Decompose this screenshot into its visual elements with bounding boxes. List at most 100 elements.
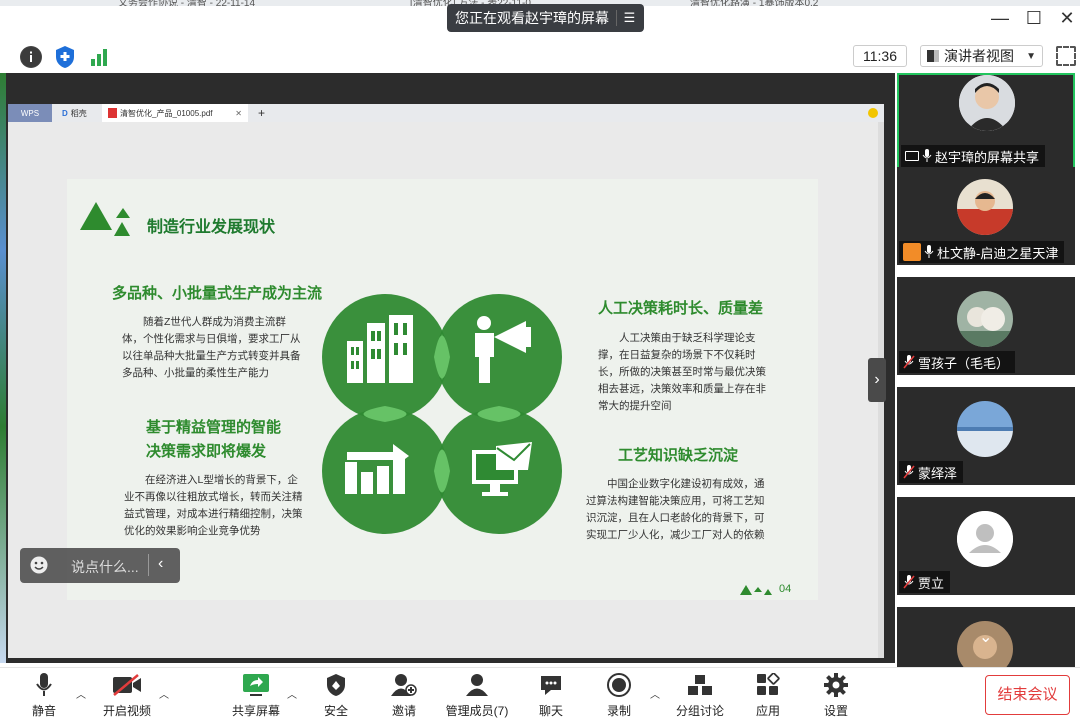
share-screen-icon: [243, 674, 269, 696]
share-screen-button[interactable]: 共享屏幕: [229, 672, 283, 718]
share-screen-icon: [905, 151, 919, 161]
participant-name: 杜文静-启迪之星天津: [937, 245, 1059, 261]
manage-label: 管理成员(7): [445, 704, 509, 718]
security-label: 安全: [323, 704, 348, 718]
section-title: 人工决策耗时长、质量差: [598, 300, 764, 317]
megaphone-person-icon: [475, 316, 531, 383]
security-shield-icon[interactable]: [54, 45, 76, 69]
breakout-button[interactable]: 分组讨论: [673, 672, 727, 718]
shield-icon: [327, 674, 345, 696]
apps-label: 应用: [755, 704, 780, 718]
avatar: [957, 179, 1013, 235]
add-tab-button[interactable]: +: [252, 104, 271, 122]
participant-tile[interactable]: 贾立: [897, 497, 1075, 595]
meeting-toolbar: [6, 40, 1080, 73]
chevron-up-icon[interactable]: ︿: [76, 686, 86, 701]
wps-tab-bar: WPS D 稻壳 清智优化_产品_01005.pdf ✕ +: [8, 104, 884, 122]
share-area-margin: [885, 73, 895, 663]
participant-nameplate: 贾立: [899, 571, 951, 593]
chat-input-bar[interactable]: 说点什么... ‹: [20, 548, 180, 583]
participant-name: 贾立: [918, 575, 945, 591]
slide-title: 制造行业发展现状: [147, 219, 276, 236]
buildings-icon: [347, 315, 413, 383]
page-logo-icon: [740, 585, 772, 595]
end-meeting-button[interactable]: 结束会议: [985, 675, 1070, 715]
invite-label: 邀请: [391, 704, 416, 718]
view-mode-dropdown[interactable]: 演讲者视图 ▼: [920, 45, 1043, 67]
chevron-down-icon[interactable]: ⌄: [979, 627, 992, 647]
video-button[interactable]: 开启视频: [100, 672, 154, 718]
chevron-up-icon[interactable]: ︿: [287, 686, 297, 701]
wps-tab-label: 稻壳: [70, 108, 87, 118]
chevron-up-icon[interactable]: ︿: [159, 686, 169, 701]
wps-tab-label: WPS: [20, 108, 40, 118]
apps-icon: [757, 673, 780, 695]
wps-docer-tab[interactable]: D 稻壳: [56, 104, 93, 122]
wps-pdf-tab[interactable]: 清智优化_产品_01005.pdf ✕: [102, 104, 248, 122]
participant-nameplate: 蒙绎泽: [899, 461, 964, 483]
participant-nameplate: 杜文静-启迪之星天津: [899, 241, 1065, 263]
invite-button[interactable]: 邀请: [384, 672, 424, 718]
collapse-panel-button[interactable]: ›: [868, 358, 886, 402]
microphone-icon: [36, 673, 52, 696]
wps-tab-label: 清智优化_产品_01005.pdf: [120, 108, 213, 118]
avatar: [957, 291, 1013, 347]
participant-nameplate: 雪孩子（毛毛）: [899, 351, 1016, 373]
share-banner[interactable]: 您正在观看赵宇璋的屏幕 ☰: [447, 4, 644, 32]
participant-tile[interactable]: 杜文静-启迪之星天津: [897, 167, 1075, 265]
section-body: 随着Z世代人群成为消费主流群体，个性化需求与日俱增，要求工厂从以往单品种大批量生…: [122, 316, 301, 379]
wps-home-tab[interactable]: WPS: [8, 104, 52, 122]
participant-name: 雪孩子（毛毛）: [918, 355, 1010, 371]
participant-tile[interactable]: ⌄: [897, 607, 1075, 667]
section-body: 人工决策由于缺乏科学理论支撑，在日益复杂的场景下不仅耗时长，所做的决策甚至时常与…: [598, 332, 766, 412]
settings-button[interactable]: 设置: [816, 672, 856, 718]
minimize-button[interactable]: —: [988, 6, 1012, 30]
settings-label: 设置: [823, 704, 848, 718]
view-mode-label: 演讲者视图: [944, 48, 1014, 64]
chat-button[interactable]: 聊天: [531, 672, 571, 718]
add-user-icon: [391, 674, 417, 696]
speaker-view-icon: [927, 50, 939, 62]
avatar: [959, 75, 1015, 131]
page-number: 04: [779, 583, 792, 595]
section-title: 多品种、小批量式生产成为主流: [112, 285, 323, 302]
chat-placeholder[interactable]: 说点什么...: [71, 557, 139, 577]
menu-icon[interactable]: ☰: [616, 10, 638, 26]
participant-nameplate: 赵宇璋的屏幕共享: [901, 145, 1046, 167]
gear-icon: [824, 673, 848, 697]
participant-name: 赵宇璋的屏幕共享: [935, 149, 1040, 165]
pdf-icon: [108, 108, 117, 118]
info-icon[interactable]: [20, 46, 42, 68]
section-title: 工艺知识缺乏沉淀: [618, 447, 739, 464]
emoji-icon[interactable]: [30, 556, 48, 574]
bar-chart-icon: [345, 444, 409, 494]
security-button[interactable]: 安全: [316, 672, 356, 718]
mute-label: 静音: [31, 704, 56, 718]
video-label: 开启视频: [102, 704, 151, 718]
participant-tile[interactable]: 雪孩子（毛毛）: [897, 277, 1075, 375]
participant-tile[interactable]: 蒙绎泽: [897, 387, 1075, 485]
record-button[interactable]: 录制: [599, 672, 639, 718]
close-icon[interactable]: ✕: [235, 109, 242, 118]
signal-icon[interactable]: [88, 46, 110, 68]
chat-label: 聊天: [538, 704, 563, 718]
maximize-button[interactable]: ☐: [1022, 6, 1046, 30]
participant-tile[interactable]: 赵宇璋的屏幕共享: [897, 73, 1075, 171]
mic-muted-icon: [903, 465, 915, 479]
chat-icon: [541, 676, 561, 695]
mic-icon: [922, 149, 932, 162]
share-banner-text: 您正在观看赵宇璋的屏幕: [455, 10, 609, 26]
monitor-mail-icon: [472, 442, 532, 496]
chevron-up-icon[interactable]: ︿: [650, 686, 660, 701]
manage-participants-button[interactable]: 管理成员(7): [442, 672, 512, 718]
section-body: 中国企业数字化建设初有成效，通过算法构建智能决策应用，可将工艺知识沉淀，且在人口…: [586, 478, 765, 541]
user-icon: [903, 243, 921, 261]
chevron-left-icon[interactable]: ‹: [158, 555, 163, 573]
mic-muted-icon: [903, 355, 915, 369]
fullscreen-icon[interactable]: [1056, 46, 1076, 66]
participants-icon: [466, 674, 488, 696]
apps-button[interactable]: 应用: [748, 672, 788, 718]
meeting-clock: 11:36: [853, 45, 907, 67]
mute-button[interactable]: 静音: [22, 672, 66, 718]
close-button[interactable]: ✕: [1055, 6, 1079, 30]
